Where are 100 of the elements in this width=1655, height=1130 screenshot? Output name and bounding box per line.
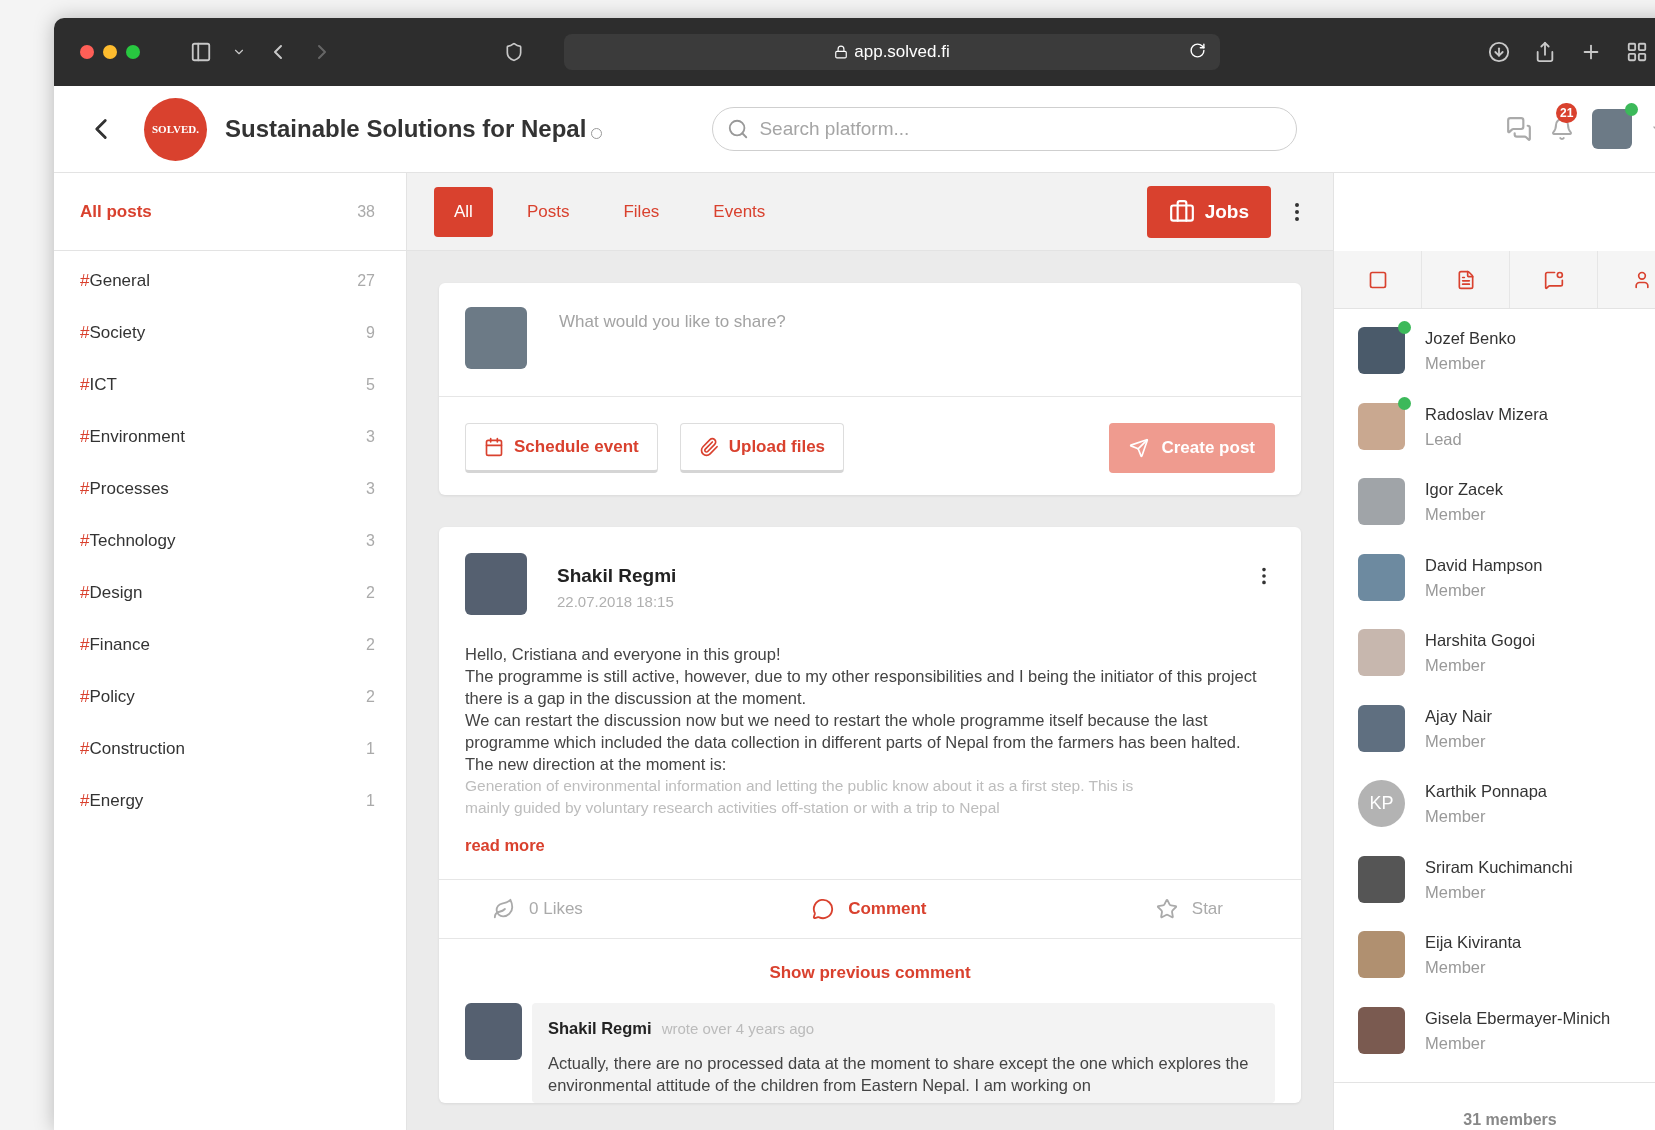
member-name[interactable]: Harshita Gogoi	[1425, 631, 1536, 650]
comment-text: Actually, there are no processed data at the moment to share except the one which explores the environmental attitude of the children from Eastern Nepal. I am working on	[548, 1053, 1250, 1096]
calendar-icon	[484, 437, 504, 457]
post-count: 3	[366, 480, 375, 498]
member-avatar	[1358, 855, 1405, 903]
lock-icon	[834, 45, 849, 59]
filter-tab[interactable]: All	[434, 186, 493, 237]
post-count: 3	[366, 428, 375, 446]
post-count: 5	[366, 376, 375, 394]
post-count: 27	[357, 272, 375, 290]
speech-bubble-icon	[812, 898, 835, 920]
post-date: 22.07.2018 18:15	[557, 593, 675, 610]
author-avatar	[465, 553, 527, 615]
schedule-event-button[interactable]: Schedule event	[465, 423, 658, 473]
notification-bell-icon[interactable]	[1550, 117, 1574, 141]
post-count: 2	[366, 584, 375, 602]
member-name[interactable]: Jozef Benko	[1425, 329, 1516, 348]
sidebar-toggle-icon[interactable]	[190, 41, 212, 63]
channel-link[interactable]: All posts	[80, 201, 152, 222]
commenter-name[interactable]: Shakil Regmi	[548, 1019, 652, 1037]
post-count: 38	[357, 202, 375, 221]
tab-overview-icon[interactable]	[1626, 41, 1648, 63]
paperclip-icon	[698, 437, 719, 457]
comment-time: wrote over 4 years ago	[661, 1020, 815, 1037]
post-count: 9	[366, 324, 375, 342]
author-name[interactable]: Shakil Regmi	[557, 565, 677, 587]
post-text: mainly guided by voluntary research activities off-station or with a trip to Nepal	[465, 798, 1001, 818]
member-role: Member	[1425, 807, 1487, 826]
member-avatar	[1358, 1006, 1405, 1054]
member-role: Member	[1425, 882, 1487, 902]
member-name[interactable]: Eija Kiviranta	[1425, 933, 1522, 952]
commenter-avatar	[465, 1003, 522, 1060]
member-role: Member	[1425, 958, 1487, 977]
member-avatar	[1358, 327, 1405, 374]
channel-link[interactable]: #Construction	[80, 739, 185, 759]
member-name[interactable]: David Hampson	[1425, 555, 1543, 575]
member-role: Member	[1425, 1033, 1487, 1053]
post-count: 3	[366, 532, 375, 550]
channel-link[interactable]: #ICT	[80, 375, 117, 395]
group-title: Sustainable Solutions for Nepal	[225, 115, 587, 143]
member-role: Member	[1425, 505, 1487, 524]
member-role: Member	[1425, 656, 1487, 675]
share-icon[interactable]	[1534, 41, 1556, 63]
channel-link[interactable]: #Finance	[80, 635, 150, 655]
member-name[interactable]: Radoslav Mizera	[1425, 404, 1548, 424]
read-more-link[interactable]: read more	[465, 836, 545, 855]
zoom-window-button[interactable]	[126, 45, 140, 59]
member-avatar	[1358, 704, 1405, 752]
member-name[interactable]: Sriram Kuchimanchi	[1425, 857, 1573, 877]
filter-tab[interactable]: Files	[603, 186, 680, 237]
post-text: Generation of environmental information and letting the public know about it as a first step. This is	[465, 776, 1135, 796]
member-name[interactable]: Gisela Ebermayer-Minich	[1425, 1008, 1611, 1028]
reload-icon[interactable]	[1189, 42, 1206, 59]
member-name[interactable]: Igor Zacek	[1425, 480, 1503, 499]
leaf-icon	[493, 898, 515, 920]
minimize-window-button[interactable]	[103, 45, 117, 59]
filter-tab[interactable]: Posts	[506, 186, 590, 237]
initials-avatar: KP	[1358, 780, 1405, 827]
member-name[interactable]: Karthik Ponnapa	[1425, 782, 1547, 801]
post-text: The new direction at the moment is:	[465, 754, 728, 775]
post-text: The programme is still active, however, due to my other responsibilities and I being the initiator of this project there is a gap in the discussion at the moment.	[465, 666, 1258, 709]
member-role: Member	[1425, 354, 1487, 373]
logo[interactable]: SOLVED.	[144, 97, 207, 161]
notification-badge: 21	[1556, 103, 1578, 123]
upload-files-button[interactable]: Upload files	[679, 423, 845, 473]
post-text: Hello, Cristiana and everyone in this group!	[465, 644, 782, 665]
member-role: Member	[1425, 731, 1487, 751]
channel-link[interactable]: #Design	[80, 583, 143, 603]
post-count: 2	[366, 636, 375, 654]
shield-icon[interactable]	[504, 42, 524, 62]
star-icon	[1155, 898, 1178, 920]
channel-link[interactable]: #Environment	[80, 427, 185, 447]
channel-link[interactable]: #Processes	[80, 479, 169, 499]
channel-link[interactable]: #Policy	[80, 687, 135, 707]
close-window-button[interactable]	[80, 45, 94, 59]
member-role: Lead	[1425, 429, 1463, 449]
comment-button[interactable]: Comment	[806, 897, 933, 921]
download-icon[interactable]	[1488, 41, 1510, 63]
member-avatar	[1358, 478, 1405, 525]
post-count: 2	[366, 688, 375, 706]
user-avatar	[465, 307, 527, 369]
channel-link[interactable]: #Technology	[80, 531, 176, 551]
search-icon	[727, 118, 750, 140]
show-previous-comment-link[interactable]: Show previous comment	[439, 963, 1301, 983]
member-avatar	[1358, 553, 1405, 601]
member-avatar	[1358, 931, 1405, 978]
channel-link[interactable]: #General	[80, 271, 150, 291]
filter-tab[interactable]: Events	[693, 186, 786, 237]
member-name[interactable]: Ajay Nair	[1425, 706, 1492, 726]
post-count: 1	[366, 792, 375, 810]
member-avatar	[1358, 402, 1405, 450]
member-count: 31 members	[1462, 1111, 1558, 1129]
post-count: 1	[366, 740, 375, 758]
address-bar[interactable]: app.solved.fi	[564, 34, 1220, 70]
channel-link[interactable]: #Energy	[80, 791, 144, 811]
member-role: Member	[1425, 580, 1487, 600]
jobs-button[interactable]: Jobs	[1146, 185, 1271, 238]
paper-plane-icon	[1129, 438, 1150, 458]
channel-link[interactable]: #Society	[80, 323, 146, 343]
post-text: We can restart the discussion now but we need to restart the whole programme itself because the last programme which included the data collection in different parts of Nepal from the farmers has been halted.	[465, 710, 1242, 753]
